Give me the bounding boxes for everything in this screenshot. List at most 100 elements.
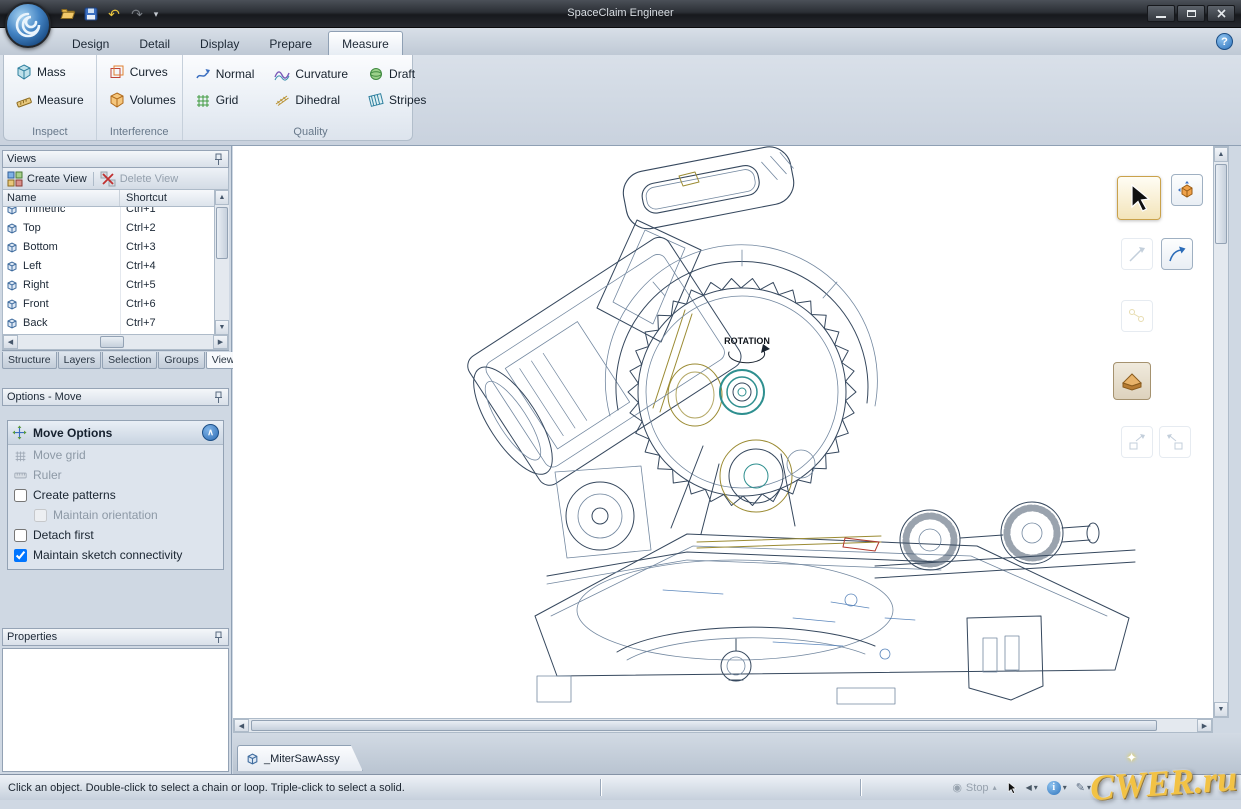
filter-icon: ◀ xyxy=(1026,783,1032,792)
anchor-tool-button[interactable] xyxy=(1113,362,1151,400)
tab-selection[interactable]: Selection xyxy=(102,352,157,369)
curvature-button[interactable]: Curvature xyxy=(270,65,352,83)
grid-button[interactable]: Grid xyxy=(191,91,259,109)
window-title: SpaceClaim Engineer xyxy=(0,7,1241,19)
view-row-back[interactable]: Back Ctrl+7 xyxy=(3,313,213,332)
views-hscroll-thumb[interactable] xyxy=(100,336,124,348)
canvas-hscroll-track[interactable] xyxy=(249,719,1197,732)
panel-tabs: Structure Layers Selection Groups Views xyxy=(2,350,229,369)
view-row-bottom[interactable]: Bottom Ctrl+3 xyxy=(3,237,213,256)
status-separator xyxy=(860,779,861,796)
annotation-options-button[interactable]: ✎ ▾ xyxy=(1076,781,1091,794)
view-row-front[interactable]: Front Ctrl+6 xyxy=(3,294,213,313)
tab-layers[interactable]: Layers xyxy=(58,352,102,369)
translate-handle-button[interactable] xyxy=(1121,238,1153,270)
maximize-button[interactable] xyxy=(1177,5,1205,22)
tab-detail[interactable]: Detail xyxy=(125,31,184,55)
curves-button[interactable]: Curves xyxy=(105,63,174,81)
views-scroll-thumb[interactable] xyxy=(216,207,228,259)
rotation-annotation: ROTATION xyxy=(724,336,770,346)
view-row-trimetric[interactable]: Trimetric Ctrl+1 xyxy=(3,207,213,218)
canvas-vscroll-track[interactable] xyxy=(1214,162,1228,702)
select-tool-button[interactable] xyxy=(1117,176,1161,220)
scroll-left-icon[interactable]: ◀ xyxy=(3,335,18,349)
tab-groups[interactable]: Groups xyxy=(158,352,204,369)
info-icon: i xyxy=(1047,781,1061,795)
scroll-left-icon[interactable]: ◀ xyxy=(234,719,249,732)
detach-first-checkbox[interactable] xyxy=(14,529,27,542)
info-options-button[interactable]: i ▾ xyxy=(1047,781,1067,795)
tab-prepare[interactable]: Prepare xyxy=(255,31,326,55)
column-header-shortcut[interactable]: Shortcut xyxy=(120,190,228,206)
canvas-vertical-scrollbar[interactable]: ▲ ▼ xyxy=(1213,146,1229,718)
column-header-name[interactable]: Name xyxy=(3,190,120,206)
document-tab[interactable]: _MiterSawAssy xyxy=(237,745,363,771)
maximize-icon xyxy=(1187,10,1196,17)
normal-button[interactable]: Normal xyxy=(191,65,259,83)
views-vertical-scrollbar[interactable]: ▲ ▼ xyxy=(214,190,229,335)
view-row-right[interactable]: Right Ctrl+5 xyxy=(3,275,213,294)
maintain-sketch-option[interactable]: Maintain sketch connectivity xyxy=(8,545,223,565)
detach-first-option[interactable]: Detach first xyxy=(8,525,223,545)
selection-filter-button[interactable]: ◀ ▾ xyxy=(1026,783,1038,792)
measure-button[interactable]: Measure xyxy=(12,91,88,109)
views-hscroll-track[interactable] xyxy=(18,335,213,349)
scroll-up-icon[interactable]: ▲ xyxy=(215,190,229,205)
scroll-up-icon[interactable]: ▲ xyxy=(1214,147,1228,162)
move-grid-icon xyxy=(14,449,27,462)
minimize-button[interactable] xyxy=(1147,5,1175,22)
application-menu-button[interactable] xyxy=(5,2,51,48)
scroll-right-icon[interactable]: ▶ xyxy=(213,335,228,349)
properties-pin-button[interactable] xyxy=(212,630,224,644)
move-options-header[interactable]: Move Options ∧ xyxy=(8,421,223,445)
canvas-vscroll-thumb[interactable] xyxy=(1215,164,1227,244)
close-button[interactable] xyxy=(1207,5,1235,22)
design-canvas[interactable]: ROTATION xyxy=(233,146,1213,718)
spaceclaim-logo-icon xyxy=(13,10,43,40)
views-scroll-track[interactable] xyxy=(215,205,229,320)
mass-button[interactable]: Mass xyxy=(12,63,88,81)
canvas-hscroll-thumb[interactable] xyxy=(251,720,1157,731)
mass-icon xyxy=(16,64,32,80)
pointer-mode-button[interactable] xyxy=(1006,781,1017,795)
document-icon xyxy=(246,752,259,765)
tab-structure[interactable]: Structure xyxy=(2,352,57,369)
create-view-button[interactable]: Create View xyxy=(7,171,87,187)
create-patterns-option[interactable]: Create patterns xyxy=(8,485,223,505)
curved-move-button[interactable] xyxy=(1161,238,1193,270)
scroll-down-icon[interactable]: ▼ xyxy=(215,320,229,335)
left-sidebar: Views Create View xyxy=(0,146,232,774)
views-column-headers: Name Shortcut xyxy=(2,190,229,207)
tab-display[interactable]: Display xyxy=(186,31,253,55)
options-pin-button[interactable] xyxy=(212,390,224,404)
views-pin-button[interactable] xyxy=(212,152,224,166)
tab-measure[interactable]: Measure xyxy=(328,31,403,55)
pointer-icon xyxy=(1006,781,1017,795)
view-cube-icon xyxy=(6,207,18,215)
canvas-horizontal-scrollbar[interactable]: ◀ ▶ xyxy=(233,718,1213,733)
views-horizontal-scrollbar[interactable]: ◀ ▶ xyxy=(2,335,229,350)
move-component-button[interactable] xyxy=(1171,174,1203,206)
draft-button[interactable]: Draft xyxy=(364,65,430,83)
volumes-button[interactable]: Volumes xyxy=(105,91,174,109)
detach-option-button[interactable] xyxy=(1121,426,1153,458)
create-view-icon xyxy=(7,171,23,187)
status-bar: Click an object. Double-click to select … xyxy=(0,774,1241,800)
view-row-top[interactable]: Top Ctrl+2 xyxy=(3,218,213,237)
scroll-down-icon[interactable]: ▼ xyxy=(1214,702,1228,717)
detach-arrow-icon xyxy=(1127,432,1147,452)
view-cube-icon xyxy=(6,317,18,329)
scroll-right-icon[interactable]: ▶ xyxy=(1197,719,1212,732)
maintain-sketch-checkbox[interactable] xyxy=(14,549,27,562)
tab-design[interactable]: Design xyxy=(58,31,123,55)
dihedral-button[interactable]: Dihedral xyxy=(270,91,352,109)
view-row-left[interactable]: Left Ctrl+4 xyxy=(3,256,213,275)
dimension-handle-button[interactable] xyxy=(1121,300,1153,332)
stripes-button[interactable]: Stripes xyxy=(364,91,430,109)
collapse-chevron-icon[interactable]: ∧ xyxy=(202,424,219,441)
orient-option-button[interactable] xyxy=(1159,426,1191,458)
view-cube-icon xyxy=(6,222,18,234)
create-patterns-checkbox[interactable] xyxy=(14,489,27,502)
help-button[interactable]: ? xyxy=(1216,33,1233,50)
view-cube-icon xyxy=(6,241,18,253)
